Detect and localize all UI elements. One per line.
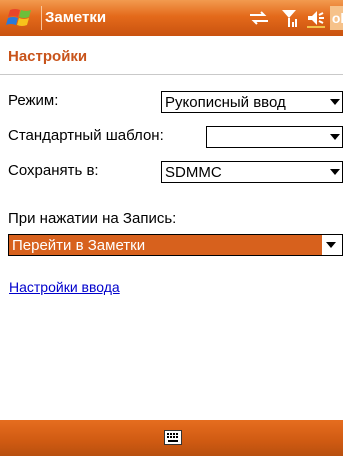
record-press-label: При нажатии на Запись:	[8, 210, 177, 227]
chevron-down-icon	[330, 169, 340, 175]
mode-select-value: Рукописный ввод	[165, 94, 286, 111]
save-location-value: SDMMC	[165, 164, 222, 181]
ok-button[interactable]: ok	[330, 6, 343, 30]
save-location-label: Сохранять в:	[8, 162, 99, 179]
chevron-down-icon	[330, 134, 340, 140]
keyboard-icon[interactable]	[164, 430, 182, 445]
template-select[interactable]	[206, 126, 343, 148]
network-icon[interactable]	[248, 9, 270, 27]
header-divider	[0, 74, 343, 75]
volume-icon[interactable]	[306, 8, 326, 28]
title-divider	[41, 6, 42, 30]
windows-start-icon[interactable]	[6, 6, 38, 30]
signal-icon[interactable]	[281, 8, 299, 28]
record-press-value: Перейти в Заметки	[12, 237, 146, 254]
mode-label: Режим:	[8, 92, 59, 109]
template-label: Стандартный шаблон:	[8, 127, 164, 144]
record-press-select[interactable]: Перейти в Заметки	[8, 234, 343, 256]
title-bar: Заметки ok	[0, 0, 343, 36]
page-title: Настройки	[8, 48, 88, 65]
bottom-bar	[0, 420, 343, 456]
mode-select[interactable]: Рукописный ввод	[161, 91, 343, 113]
chevron-down-icon	[326, 242, 336, 248]
input-settings-link[interactable]: Настройки ввода	[9, 279, 120, 295]
app-title: Заметки	[45, 9, 107, 26]
chevron-down-icon	[330, 99, 340, 105]
save-location-select[interactable]: SDMMC	[161, 161, 343, 183]
